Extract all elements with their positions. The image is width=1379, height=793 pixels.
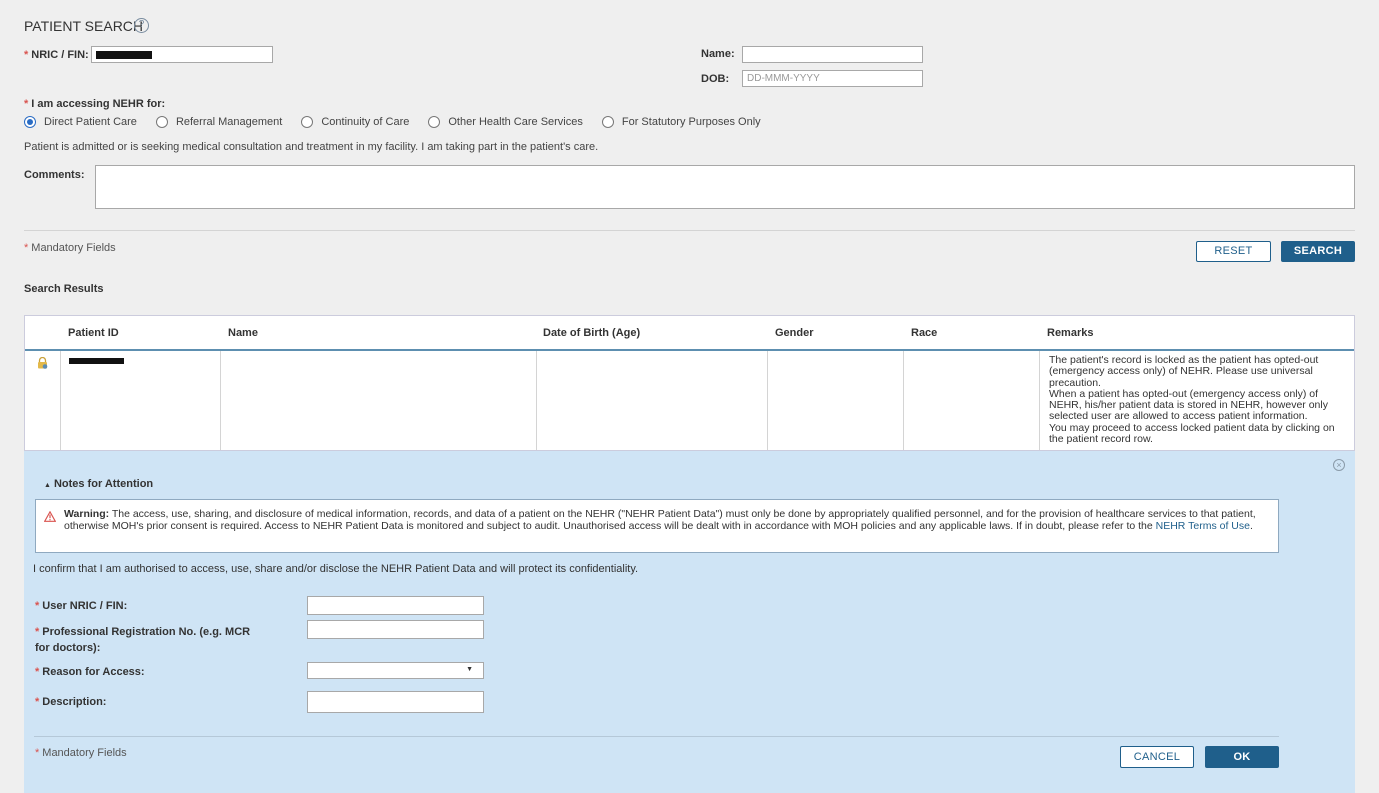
results-heading: Search Results	[24, 283, 104, 295]
col-divider	[903, 351, 904, 450]
caret-up-icon: ▲	[44, 482, 51, 489]
comments-input[interactable]	[95, 165, 1355, 209]
confirm-text: I confirm that I am authorised to access…	[33, 563, 639, 575]
col-remarks: Remarks	[1047, 327, 1094, 339]
col-gender[interactable]: Gender	[775, 327, 814, 339]
comments-label: Comments:	[24, 169, 85, 181]
access-options: Direct Patient Care Referral Management …	[24, 116, 780, 128]
col-name[interactable]: Name	[228, 327, 258, 339]
col-divider	[1039, 351, 1040, 450]
terms-of-use-link[interactable]: NEHR Terms of Use	[1156, 520, 1250, 532]
dob-input[interactable]	[742, 70, 923, 87]
results-table: Patient ID Name Date of Birth (Age) Gend…	[24, 315, 1355, 451]
close-icon[interactable]: ×	[1333, 459, 1345, 471]
divider	[24, 230, 1355, 231]
col-patient-id[interactable]: Patient ID	[68, 327, 119, 339]
radio-icon	[155, 116, 168, 128]
col-divider	[60, 351, 61, 450]
ok-button[interactable]: OK	[1205, 746, 1279, 768]
radio-referral-management[interactable]: Referral Management	[155, 116, 282, 128]
name-label: Name:	[701, 48, 735, 60]
reason-label: * Reason for Access:	[35, 666, 145, 678]
col-race[interactable]: Race	[911, 327, 937, 339]
lock-icon	[38, 357, 48, 369]
description-label: * Description:	[35, 696, 107, 708]
user-nric-label: * User NRIC / FIN:	[35, 600, 128, 612]
radio-continuity-of-care[interactable]: Continuity of Care	[301, 116, 409, 128]
table-header: Patient ID Name Date of Birth (Age) Gend…	[25, 316, 1354, 351]
page-title: PATIENT SEARCH	[24, 18, 144, 34]
col-dob[interactable]: Date of Birth (Age)	[543, 327, 640, 339]
mandatory-note: * Mandatory Fields	[24, 242, 116, 254]
col-divider	[220, 351, 221, 450]
warning-end: .	[1249, 519, 1253, 532]
accessing-label: * I am accessing NEHR for:	[24, 98, 166, 110]
user-nric-input[interactable]	[307, 596, 484, 615]
prof-reg-input[interactable]	[307, 620, 484, 639]
reset-button[interactable]: RESET	[1196, 241, 1271, 262]
help-icon[interactable]: ?	[134, 18, 149, 33]
cancel-button[interactable]: CANCEL	[1120, 746, 1194, 768]
col-divider	[767, 351, 768, 450]
description-input[interactable]	[307, 691, 484, 713]
warning-icon	[44, 511, 56, 522]
redacted-patient-id	[69, 358, 124, 364]
radio-icon	[601, 116, 614, 128]
radio-selected-icon	[24, 116, 36, 128]
radio-other-health-care[interactable]: Other Health Care Services	[428, 116, 583, 128]
name-input[interactable]	[742, 46, 923, 63]
dropdown-arrow-icon: ▼	[466, 666, 473, 673]
warning-box: Warning: The access, use, sharing, and d…	[35, 499, 1279, 553]
redacted-nric	[96, 51, 152, 59]
reason-select[interactable]: ▼	[307, 662, 484, 679]
notes-for-attention-panel: × ▲ Notes for Attention Warning: The acce…	[24, 451, 1355, 793]
nric-label: * NRIC / FIN:	[24, 49, 89, 61]
radio-direct-patient-care[interactable]: Direct Patient Care	[24, 116, 137, 128]
divider	[34, 736, 1279, 737]
option-description: Patient is admitted or is seeking medica…	[24, 141, 599, 153]
radio-icon	[428, 116, 441, 128]
warning-text: The access, use, sharing, and disclosure…	[64, 508, 1256, 532]
radio-statutory-purposes[interactable]: For Statutory Purposes Only	[601, 116, 761, 128]
row-remarks: The patient's record is locked as the pa…	[1049, 354, 1335, 446]
radio-icon	[301, 116, 314, 128]
prof-reg-label: * Professional Registration No. (e.g. MCR…	[35, 626, 251, 654]
notes-title[interactable]: ▲ Notes for Attention	[44, 478, 153, 490]
col-divider	[536, 351, 537, 450]
warning-label: Warning:	[64, 508, 110, 520]
dob-label: DOB:	[701, 73, 730, 85]
search-button[interactable]: SEARCH	[1281, 241, 1355, 262]
mandatory-note: * Mandatory Fields	[35, 747, 127, 759]
